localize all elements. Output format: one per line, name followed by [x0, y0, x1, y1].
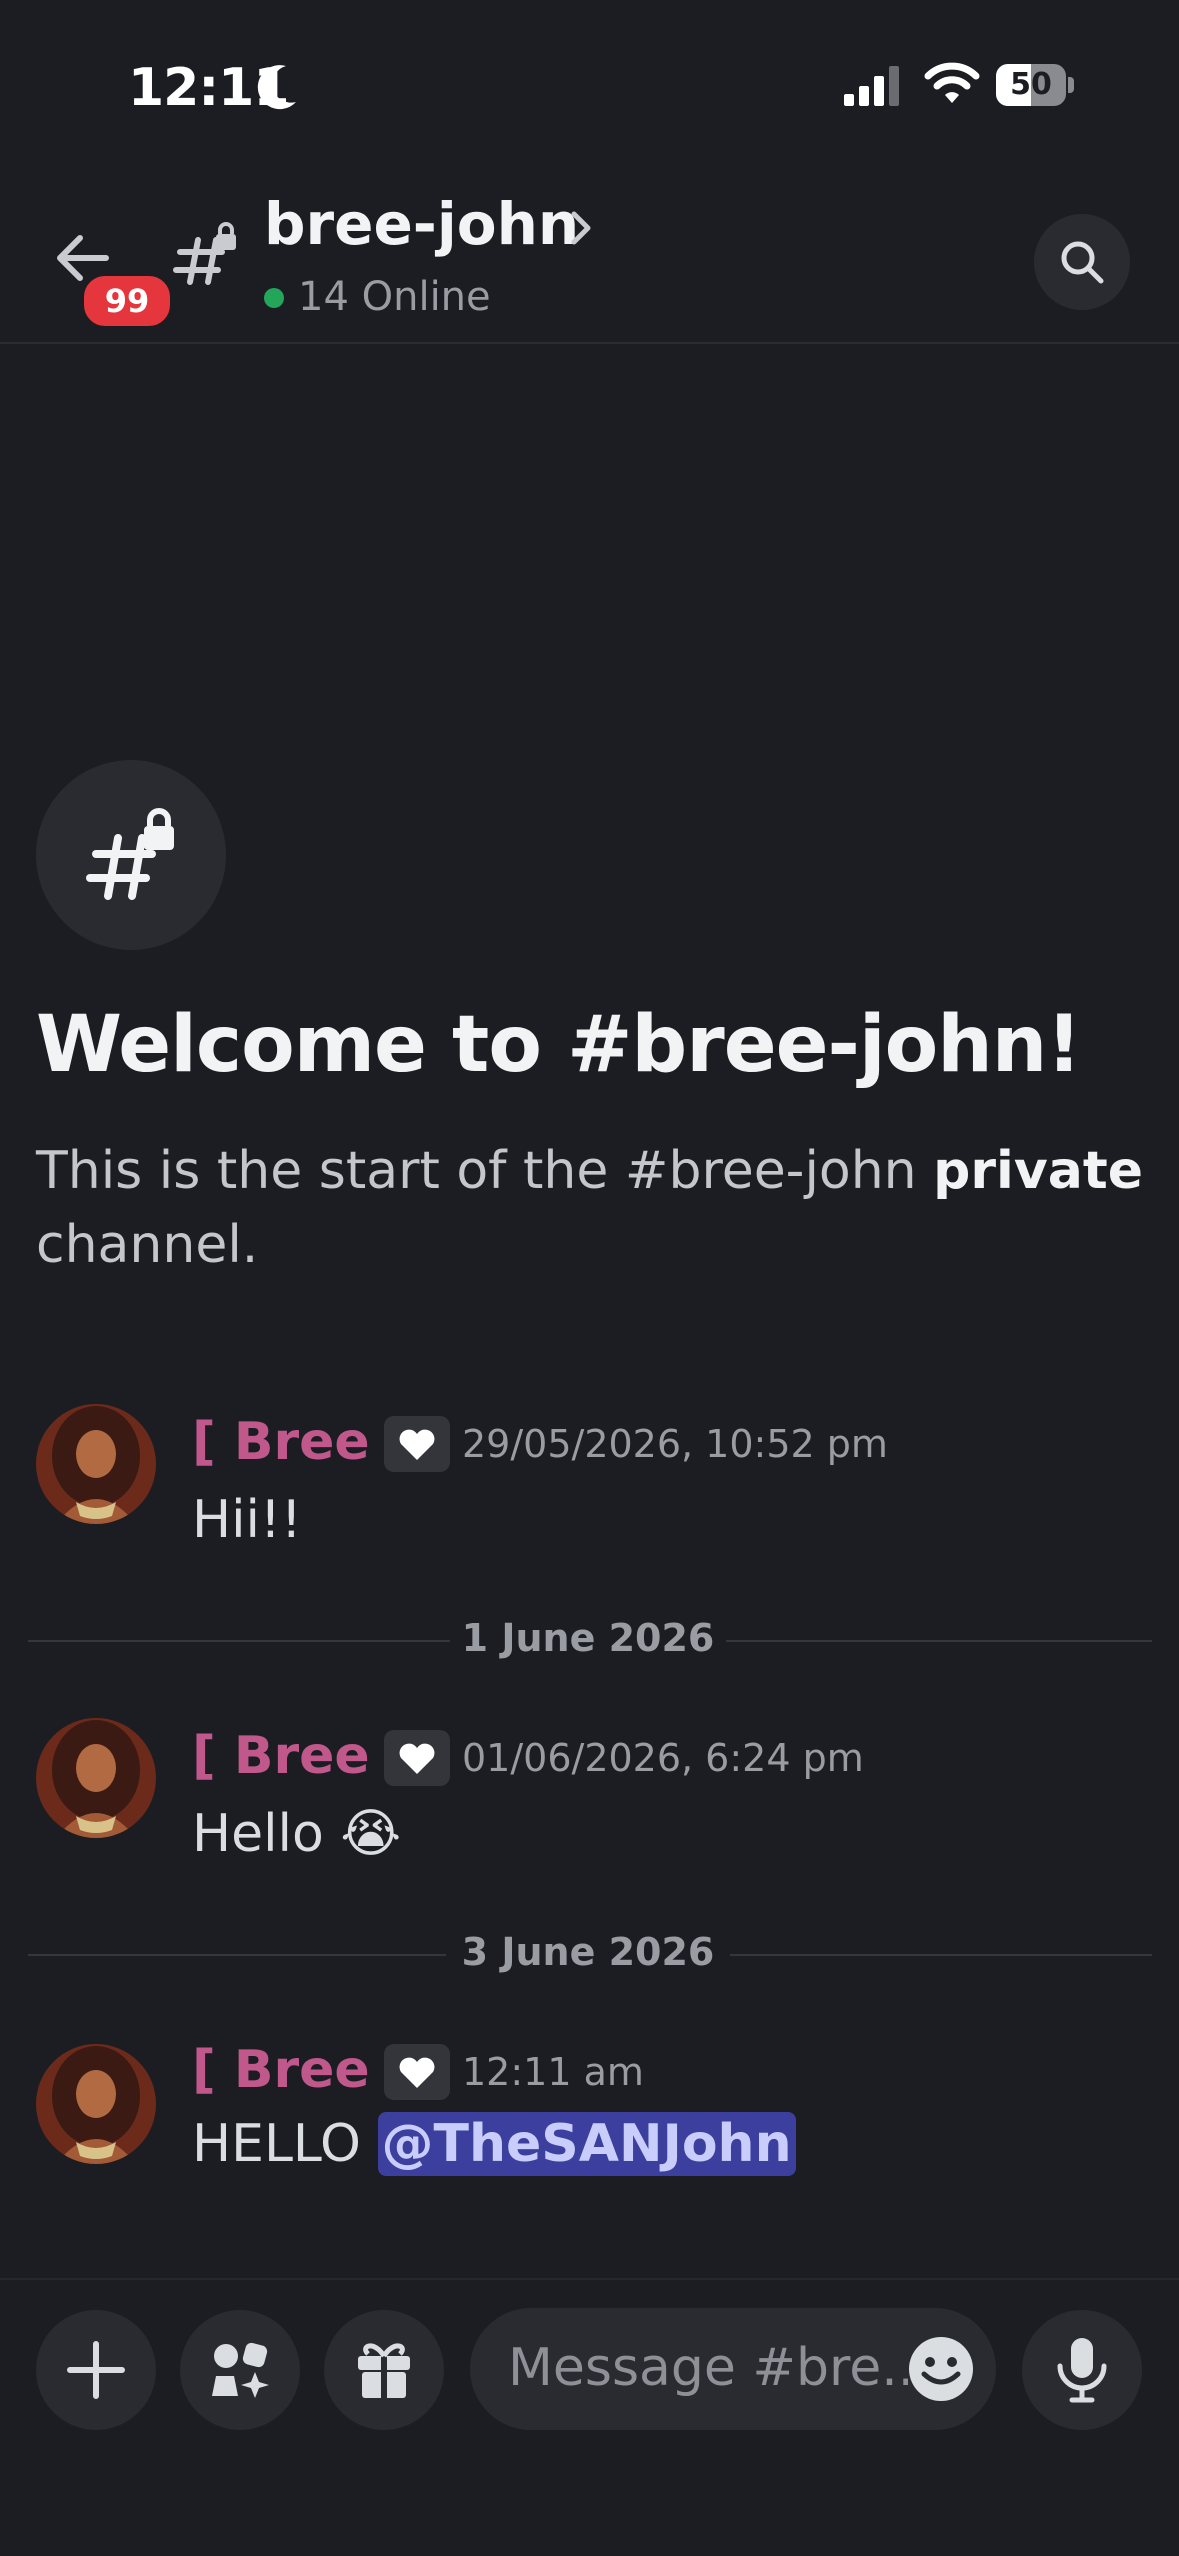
- message-timestamp: 01/06/2026, 6:24 pm: [462, 1736, 864, 1780]
- message-timestamp: 12:11 am: [462, 2050, 644, 2094]
- date-divider-line: [28, 1954, 446, 1956]
- heart-icon: [384, 2044, 450, 2100]
- user-mention[interactable]: @TheSANJohn: [377, 2112, 796, 2176]
- battery-level: 50: [1010, 67, 1052, 102]
- gift-button[interactable]: [324, 2310, 444, 2430]
- battery-icon: 50: [996, 64, 1074, 106]
- emoji-button[interactable]: [906, 2334, 976, 2408]
- welcome-description: This is the start of the #bree-john priv…: [36, 1134, 1146, 1282]
- date-divider: 3 June 2026: [461, 1930, 715, 1974]
- private-channel-icon: [86, 808, 174, 900]
- channel-name[interactable]: bree-john: [264, 190, 579, 258]
- date-divider-line: [726, 1640, 1152, 1642]
- welcome-desc-bold: private: [933, 1141, 1143, 1201]
- message-text: HELLO @TheSANJohn: [192, 2112, 796, 2176]
- message-author[interactable]: [ Bree ]: [192, 2040, 412, 2100]
- chevron-right-icon[interactable]: [568, 208, 594, 252]
- private-channel-icon: [172, 222, 242, 292]
- message-input[interactable]: Message #bre...: [470, 2308, 996, 2430]
- message-author[interactable]: [ Bree ]: [192, 1412, 412, 1472]
- heart-icon: [384, 1416, 450, 1472]
- online-status-dot: [264, 288, 284, 308]
- wifi-icon: [924, 60, 980, 110]
- date-divider-line: [28, 1640, 450, 1642]
- welcome-desc-suffix: channel.: [36, 1215, 259, 1275]
- search-icon: [1061, 241, 1104, 284]
- apps-icon: [212, 2342, 269, 2398]
- search-button[interactable]: [1034, 214, 1130, 310]
- channel-icon-large: [36, 760, 226, 950]
- unread-badge: 99: [80, 272, 174, 330]
- message-text-content: HELLO: [192, 2114, 361, 2174]
- date-divider-line: [730, 1954, 1152, 1956]
- crying-emoji: 😭: [340, 1804, 402, 1864]
- composer-divider: [0, 2278, 1179, 2280]
- avatar[interactable]: [36, 2044, 156, 2164]
- online-count: 14 Online: [298, 274, 491, 320]
- avatar[interactable]: [36, 1404, 156, 1524]
- message-input-placeholder: Message #bre...: [508, 2338, 908, 2398]
- welcome-desc-text: This is the start of the #bree-john: [36, 1141, 934, 1201]
- heart-icon: [384, 1730, 450, 1786]
- voice-message-button[interactable]: [1022, 2310, 1142, 2430]
- welcome-title: Welcome to #bree-john!: [36, 1000, 1082, 1090]
- avatar[interactable]: [36, 1718, 156, 1838]
- date-divider: 1 June 2026: [461, 1616, 715, 1660]
- header-divider: [0, 342, 1179, 344]
- microphone-icon: [1057, 2338, 1107, 2403]
- moon-icon: [256, 62, 300, 116]
- cellular-signal-icon: [844, 66, 904, 110]
- message-timestamp: 29/05/2026, 10:52 pm: [462, 1422, 888, 1466]
- gift-icon: [358, 2343, 410, 2398]
- message-text: Hello 😭: [192, 1804, 401, 1864]
- message-author[interactable]: [ Bree ]: [192, 1726, 412, 1786]
- smile-emoji-icon: [909, 2337, 973, 2401]
- plus-icon: [67, 2341, 125, 2399]
- apps-button[interactable]: [180, 2310, 300, 2430]
- message-text-content: Hello: [192, 1804, 324, 1864]
- message-text: Hii!!: [192, 1490, 302, 1550]
- add-attachment-button[interactable]: [36, 2310, 156, 2430]
